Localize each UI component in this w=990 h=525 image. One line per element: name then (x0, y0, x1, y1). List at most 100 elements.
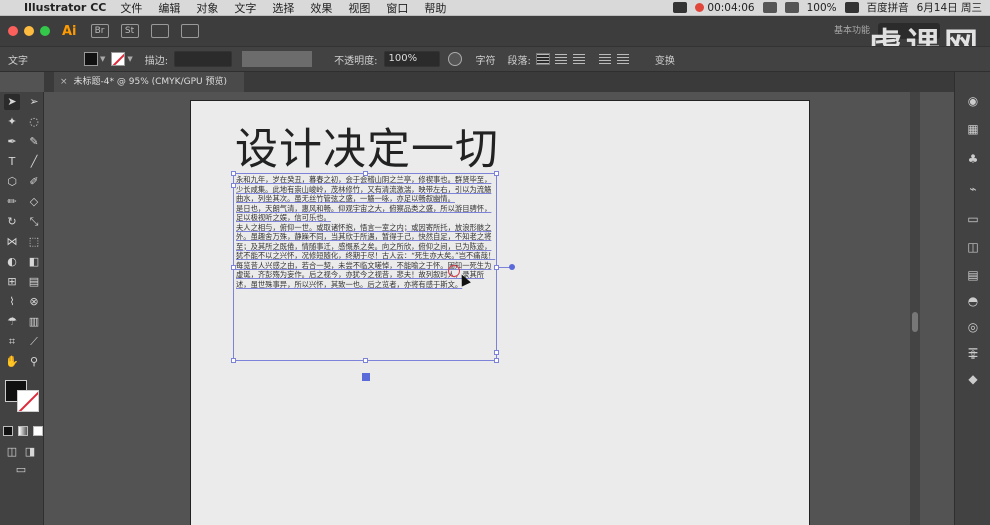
line-tool-icon[interactable]: ╱ (26, 154, 42, 170)
scrollbar-thumb[interactable] (912, 312, 918, 332)
zoom-window-button[interactable] (40, 26, 50, 36)
close-tab-icon[interactable]: × (60, 77, 68, 87)
screen-mode-icon[interactable]: ▭ (13, 462, 29, 478)
chevron-down-icon[interactable]: ▼ (127, 55, 132, 63)
selection-tool-icon[interactable]: ➤ (4, 94, 20, 110)
in-port[interactable] (231, 183, 236, 188)
width-tool-icon[interactable]: ⋈ (4, 234, 20, 250)
align-right-icon[interactable] (572, 54, 585, 64)
free-transform-tool-icon[interactable]: ⬚ (26, 234, 42, 250)
stroke-weight-field[interactable] (174, 51, 233, 67)
eraser-tool-icon[interactable]: ◇ (26, 194, 42, 210)
menu-object[interactable]: 对象 (196, 0, 218, 16)
menu-effect[interactable]: 效果 (310, 0, 332, 16)
gradient-tool-icon[interactable]: ▤ (26, 274, 42, 290)
layers-panel-icon[interactable]: ◆ (966, 372, 980, 386)
symbol-sprayer-tool-icon[interactable]: ☂ (4, 314, 20, 330)
display-icon[interactable] (673, 2, 688, 13)
artboard[interactable]: 设计决定一切 永和九年，岁在癸丑，暮春之初，会于会稽山阴之兰亭，修禊事也。群贤毕… (190, 100, 810, 525)
symbols-panel-icon[interactable]: ♣ (966, 152, 980, 166)
gradient-mode-swatch[interactable] (18, 426, 28, 436)
workspace-switcher[interactable]: 基本功能 (834, 23, 870, 36)
rotate-tool-icon[interactable]: ↻ (4, 214, 20, 230)
gpu-performance-icon[interactable] (180, 24, 199, 38)
arrange-documents-button[interactable] (150, 24, 169, 38)
color-panel-icon[interactable]: ◉ (966, 94, 980, 108)
column-graph-tool-icon[interactable]: ▥ (26, 314, 42, 330)
artboard-tool-icon[interactable]: ⌗ (4, 334, 20, 350)
curvature-tool-icon[interactable]: ✎ (26, 134, 42, 150)
app-name-menu[interactable]: Illustrator CC (24, 1, 106, 14)
minimize-window-button[interactable] (24, 26, 34, 36)
magic-wand-tool-icon[interactable]: ✦ (4, 114, 20, 130)
shape-options-icon[interactable] (598, 54, 611, 64)
resize-handle[interactable] (231, 265, 236, 270)
menu-edit[interactable]: 编辑 (158, 0, 180, 16)
zoom-tool-icon[interactable]: ⚲ (26, 354, 42, 370)
scale-tool-icon[interactable]: ⤡ (26, 214, 42, 230)
resize-handle[interactable] (231, 171, 236, 176)
pencil-tool-icon[interactable]: ✏ (4, 194, 20, 210)
menu-type[interactable]: 文字 (234, 0, 256, 16)
resize-handle[interactable] (231, 358, 236, 363)
fill-swatch[interactable] (84, 52, 98, 66)
resize-handle[interactable] (363, 358, 368, 363)
battery-status[interactable]: 100% (807, 2, 837, 14)
gradient-panel-icon[interactable]: ◎ (966, 320, 980, 334)
stroke-panel-icon[interactable]: ▭ (966, 212, 980, 226)
draw-normal-icon[interactable]: ◫ (4, 444, 20, 460)
text-thread-port[interactable] (509, 264, 515, 270)
hand-tool-icon[interactable]: ✋ (4, 354, 20, 370)
area-text-frame[interactable]: 永和九年，岁在癸丑，暮春之初，会于会稽山阴之兰亭，修禊事也。群贤毕至，少长咸集。… (231, 171, 515, 381)
brushes-panel-icon[interactable]: ⌁ (966, 182, 980, 196)
perspective-grid-tool-icon[interactable]: ⊞ (4, 274, 20, 290)
live-paint-tool-icon[interactable]: ◧ (26, 254, 42, 270)
export-panel-icon[interactable]: ⇪ (966, 348, 980, 362)
resize-handle[interactable] (494, 358, 499, 363)
transform-panel-link[interactable]: 变换 (655, 52, 675, 67)
graphic-styles-panel-icon[interactable]: ◫ (966, 240, 980, 254)
none-mode-swatch[interactable] (33, 426, 43, 436)
recording-timer[interactable]: 00:04:06 (695, 2, 755, 14)
chevron-down-icon[interactable]: ▼ (100, 55, 105, 63)
paintbrush-tool-icon[interactable]: ✐ (26, 174, 42, 190)
character-panel-link[interactable]: 字符 (476, 52, 496, 67)
canvas[interactable]: 设计决定一切 永和九年，岁在癸丑，暮春之初，会于会稽山阴之兰亭，修禊事也。群贤毕… (44, 92, 954, 525)
lasso-tool-icon[interactable]: ◌ (26, 114, 42, 130)
clock-date[interactable]: 6月14日 周三 (917, 0, 982, 15)
style-field[interactable] (242, 51, 313, 67)
resize-handle[interactable] (494, 171, 499, 176)
gpu-icon[interactable] (762, 2, 777, 13)
out-port[interactable] (494, 350, 499, 355)
resize-handle[interactable] (363, 171, 368, 176)
wifi-icon[interactable] (784, 2, 799, 13)
blend-tool-icon[interactable]: ⊗ (26, 294, 42, 310)
heading-text[interactable]: 设计决定一切 (235, 115, 499, 177)
menu-file[interactable]: 文件 (120, 0, 142, 16)
color-mode-swatch[interactable] (3, 426, 13, 436)
input-method[interactable]: 百度拼音 (867, 0, 909, 15)
transparency-panel-icon[interactable]: ◓ (966, 294, 980, 308)
menu-window[interactable]: 窗口 (386, 0, 408, 16)
overflow-indicator[interactable] (362, 373, 370, 381)
opacity-field[interactable]: 100% (383, 51, 440, 67)
menu-select[interactable]: 选择 (272, 0, 294, 16)
align-left-icon[interactable] (535, 53, 550, 65)
appearance-panel-icon[interactable]: ▤ (966, 268, 980, 282)
type-tool-icon[interactable]: T (4, 154, 20, 170)
document-tab[interactable]: × 未标题-4* @ 95% (CMYK/GPU 预览) (54, 72, 244, 92)
swatches-panel-icon[interactable]: ▦ (966, 122, 980, 136)
align-objects-icon[interactable] (616, 54, 629, 64)
pen-tool-icon[interactable]: ✒ (4, 134, 20, 150)
eyedropper-tool-icon[interactable]: ⌇ (4, 294, 20, 310)
slice-tool-icon[interactable]: ⟋ (26, 334, 42, 350)
polygon-tool-icon[interactable]: ⬡ (4, 174, 20, 190)
stroke-swatch[interactable] (111, 52, 126, 66)
draw-behind-icon[interactable]: ◨ (22, 444, 38, 460)
menu-view[interactable]: 视图 (348, 0, 370, 16)
align-center-icon[interactable] (554, 54, 567, 64)
recolor-icon[interactable] (447, 52, 462, 66)
shape-builder-tool-icon[interactable]: ◐ (4, 254, 20, 270)
stroke-color-box[interactable] (17, 390, 39, 412)
menu-help[interactable]: 帮助 (424, 0, 446, 16)
